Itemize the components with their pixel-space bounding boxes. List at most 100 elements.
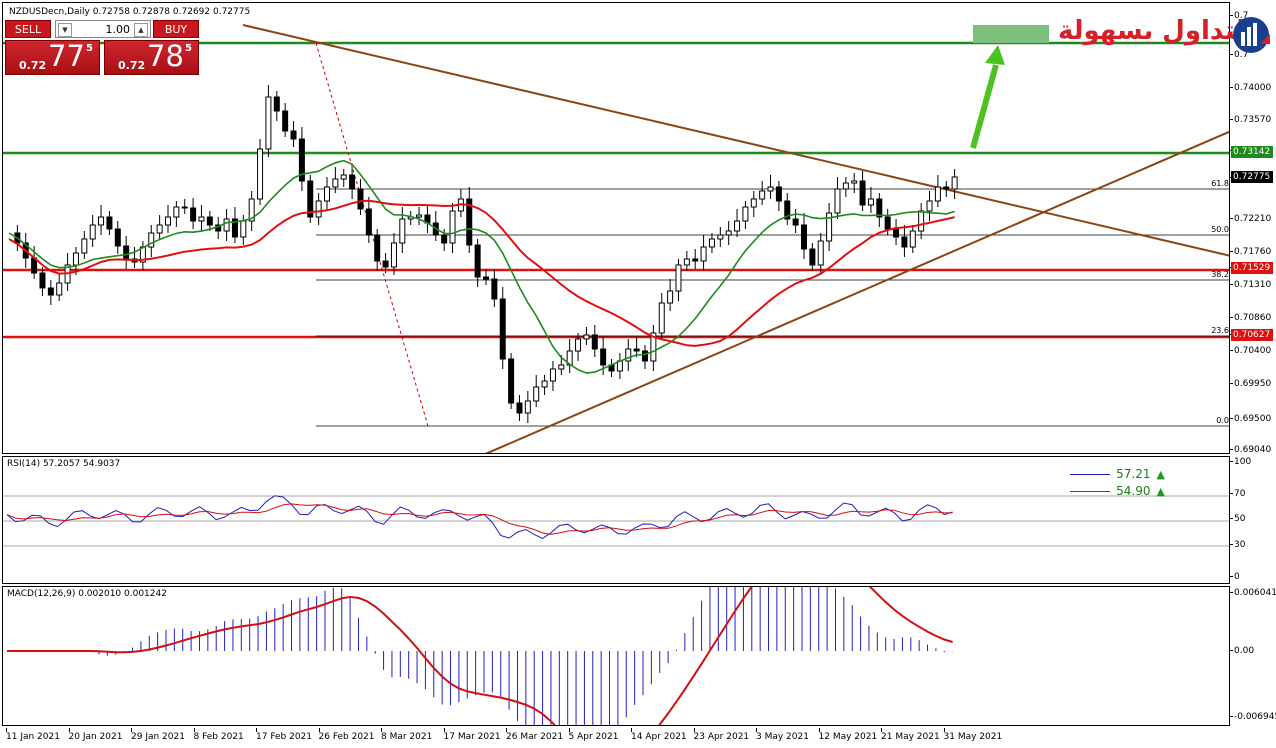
rsi-tick: 30 (1229, 540, 1246, 550)
price-axis: 0.74000 0.73570 0.73142 0.72775 0.72210 0.717… (1229, 2, 1276, 455)
lot-decrease-icon[interactable]: ▼ (58, 23, 72, 37)
candle-body (72, 252, 79, 266)
candle-body (708, 238, 715, 248)
price-tick: 0.71760 (1229, 247, 1272, 257)
candle-body (700, 246, 707, 262)
candle-body (441, 234, 448, 244)
fib-label: 0.0 (1216, 416, 1229, 425)
rsi-indicator-pane[interactable]: RSI(14) 57.2057 54.9037 57.21 ▲ 54.90 ▲ (2, 456, 1230, 584)
candle-body (734, 220, 741, 232)
candle-body (549, 368, 556, 382)
candle-body (951, 176, 958, 190)
candle-body (257, 148, 264, 200)
time-tick: 21 May 2021 (881, 732, 940, 742)
rsi-canvas (3, 495, 1229, 547)
candle-body (390, 242, 397, 268)
candle-body (767, 186, 774, 192)
time-tick: 3 May 2021 (756, 732, 809, 742)
price-tick: 0.69950 (1229, 379, 1272, 389)
candle-body (156, 224, 163, 234)
buy-button[interactable]: BUY (153, 20, 199, 38)
bar-chart-logo-icon (1233, 17, 1270, 53)
candle-body (315, 200, 322, 218)
rsi-up-icon: ▲ (1156, 468, 1165, 481)
chart-title: NZDUSDecn,Daily 0.72758 0.72878 0.72692 … (9, 7, 251, 17)
candle-body (918, 210, 925, 232)
candle-body (884, 216, 891, 230)
candle-body (658, 302, 665, 334)
rsi-line (6, 495, 953, 539)
candle-body (114, 228, 121, 247)
price-tick: 0.70400 (1229, 346, 1272, 356)
candle-body (834, 188, 841, 214)
time-tick: 26 Mar 2021 (506, 732, 564, 742)
candle-body (759, 190, 766, 200)
candle-body (181, 206, 188, 209)
candle-body (934, 186, 941, 202)
lot-size-input[interactable]: 1.00 (76, 22, 131, 37)
macd-indicator-pane[interactable]: MACD(12,26,9) 0.002010 0.001242 (2, 586, 1230, 726)
buy-price-prefix: 0.72 (118, 59, 146, 72)
macd-axis: 0.006041 0.00 -0.006945 (1229, 586, 1276, 726)
price-tick: 0.71310 (1229, 280, 1272, 290)
time-tick: 26 Feb 2021 (318, 732, 375, 742)
candle-body (792, 218, 799, 226)
candle-body (558, 364, 565, 370)
target-zone (973, 25, 1049, 43)
candle-body (223, 218, 230, 232)
candle-body (642, 350, 648, 362)
candle-body (809, 248, 816, 266)
candle-body (491, 278, 498, 300)
candle-body (190, 207, 197, 222)
candle-body (416, 214, 423, 218)
sell-price-sup: 5 (86, 43, 93, 54)
candle-body (290, 130, 297, 140)
candle-body (374, 234, 381, 262)
candle-body (39, 272, 46, 289)
candle-body (583, 334, 590, 340)
candle-body (867, 198, 874, 206)
candle-body (206, 216, 213, 226)
sell-price-box[interactable]: 0.72 77 5 (5, 39, 100, 75)
price-tick: 0.69500 (1229, 414, 1272, 424)
level-label-red-upper: 0.71529 (1231, 262, 1273, 274)
candle-body (89, 224, 96, 240)
candle-body (240, 220, 247, 238)
rsi-tick: 70 (1229, 489, 1246, 499)
level-label-green-upper: 0.73142 (1231, 146, 1273, 158)
buy-price-big: 78 (147, 39, 184, 73)
candle-body (725, 230, 732, 236)
brand-logo: التداول بسهولة (1058, 10, 1273, 60)
time-tick: 14 Apr 2021 (631, 732, 687, 742)
rsi-tick: 0 (1230, 572, 1240, 582)
price-tick: 0.73570 (1229, 115, 1272, 125)
sell-button[interactable]: SELL (5, 20, 51, 38)
buy-price-box[interactable]: 0.72 78 5 (104, 39, 199, 75)
candle-body (692, 258, 699, 262)
candle-body (349, 174, 356, 190)
candle-body (750, 198, 757, 208)
candle-body (633, 348, 640, 352)
candle-body (591, 334, 598, 350)
candle-body (600, 348, 607, 366)
macd-canvas (7, 587, 954, 725)
candle-body (483, 276, 489, 280)
candle-body (876, 198, 883, 218)
rsi-tick: 50 (1229, 514, 1246, 524)
lot-increase-icon[interactable]: ▲ (134, 23, 148, 37)
fib-label: 23.6 (1211, 326, 1229, 335)
lot-size-stepper[interactable]: ▼ 1.00 ▲ (55, 20, 151, 38)
candle-body (851, 180, 858, 184)
rsi-legend-main-value: 57.21 (1116, 467, 1151, 481)
candle-body (901, 236, 908, 248)
candle-body (123, 245, 130, 260)
candle-body (893, 228, 900, 238)
rsi-legend-signal: 54.90 ▲ (1070, 484, 1165, 499)
candle-body (667, 290, 674, 304)
candle-body (859, 180, 866, 206)
macd-title: MACD(12,26,9) 0.002010 0.001242 (7, 589, 167, 599)
fib-label: 38.2 (1211, 270, 1229, 279)
candle-body (675, 264, 682, 292)
bullish-arrow-head (985, 45, 1005, 65)
sell-price-big: 77 (48, 39, 85, 73)
